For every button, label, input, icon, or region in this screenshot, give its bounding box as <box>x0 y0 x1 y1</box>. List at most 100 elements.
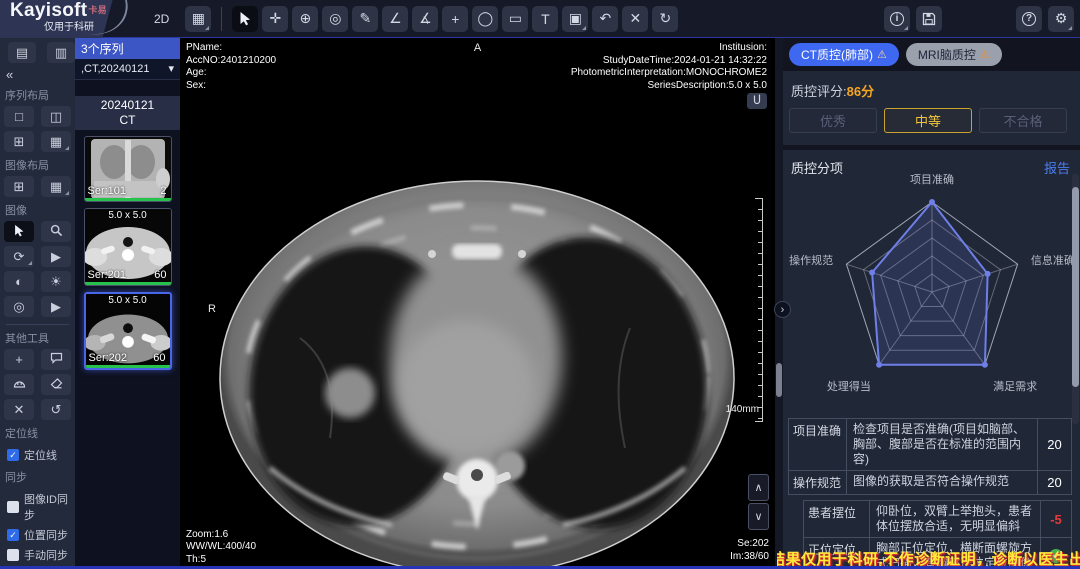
cine-play-button[interactable]: ▶ <box>41 296 71 317</box>
zoom-in-tool-button[interactable]: ⊕ <box>292 6 318 32</box>
image-layout-2x2-button[interactable]: ⊞ <box>4 176 34 197</box>
pan-tool-button[interactable]: ✛ <box>262 6 288 32</box>
section-image-tools: 图像 <box>0 197 75 221</box>
cursor-tool-button[interactable] <box>232 6 258 32</box>
comment-tool-button[interactable] <box>41 349 71 370</box>
cursor-icon <box>238 11 252 26</box>
layout-3x3-button[interactable]: ▦ <box>41 131 71 152</box>
collapse-sidebar-button[interactable]: « <box>0 63 75 82</box>
checkbox-localizer-line[interactable]: ✓定位线 <box>0 444 75 464</box>
load-progress-bar <box>85 282 171 285</box>
panel-toggle-button[interactable]: ▥ <box>47 42 75 63</box>
layout-1x1-button[interactable]: □ <box>4 106 34 127</box>
brand-cn: 卡易 <box>88 5 107 15</box>
gear-icon: ⚙ <box>1055 10 1068 27</box>
reset-view-button[interactable]: ↻ <box>652 6 678 32</box>
help-icon: ? <box>1022 12 1036 26</box>
angle-icon: ∠ <box>389 10 402 27</box>
grid-3x3-icon: ▦ <box>50 179 62 195</box>
crosshair-tool-button[interactable]: + <box>4 349 34 370</box>
angle-measure-tool-button[interactable]: ∠ <box>382 6 408 32</box>
layout-1x2-button[interactable]: ◫ <box>41 106 71 127</box>
brightness-icon: ☀ <box>50 274 62 290</box>
thumbnail-series-201[interactable]: 5.0 x 5.0 Ser:201 60 <box>84 208 172 286</box>
ct-axial-image <box>180 38 775 569</box>
image-layout-tool-button[interactable]: ▣ <box>562 6 588 32</box>
app-logo: Kayisoft卡易 仅用于科研 <box>0 0 150 38</box>
magnifier-tool-button[interactable] <box>41 221 71 242</box>
image-layout-3x3-button[interactable]: ▦ <box>41 176 71 197</box>
layout-2d-button[interactable]: ▦ <box>185 6 211 32</box>
panel-scrollbar-thumb[interactable] <box>1072 187 1079 387</box>
ruler-icon: ✎ <box>359 10 371 27</box>
window-preset-button[interactable]: ◎ <box>4 296 34 317</box>
scale-ruler <box>756 198 763 422</box>
delete-annotation-button[interactable]: ✕ <box>622 6 648 32</box>
scroll-down-button[interactable]: ∨ <box>748 503 769 530</box>
cursor-tool-sidebar-button[interactable] <box>4 221 34 242</box>
ai-tool-button[interactable] <box>4 374 34 395</box>
ellipse-roi-tool-button[interactable]: ◯ <box>472 6 498 32</box>
eraser-tool-button[interactable] <box>41 374 71 395</box>
scale-ruler-label: 140mm <box>726 404 759 415</box>
checkbox-position-sync[interactable]: ✓位置同步 <box>0 524 75 544</box>
help-button[interactable]: ? <box>1016 6 1042 32</box>
mode-label: 2D <box>154 12 169 26</box>
qc-score-line: 质控评分:86分 <box>783 71 1080 100</box>
viewport-scrollbar-thumb[interactable] <box>776 363 782 397</box>
flip-tool-button[interactable]: ▶ <box>41 246 71 267</box>
delete-tool-button[interactable]: ✕ <box>4 399 34 420</box>
paperclip-icon <box>752 92 762 110</box>
panel-expand-handle[interactable]: › <box>774 301 791 318</box>
thumbnail-series-101[interactable]: Ser:101 2 <box>84 136 172 202</box>
checkbox-icon <box>7 501 19 513</box>
panel-scrollbar-track[interactable] <box>1072 174 1079 424</box>
invert-tool-button[interactable]: ◐ <box>4 271 34 292</box>
grid-2x2-icon: ⊞ <box>14 179 25 195</box>
rotate-tool-button[interactable]: ⟳ <box>4 246 34 267</box>
cobb-angle-tool-button[interactable]: ∡ <box>412 6 438 32</box>
checkbox-manual-sync[interactable]: 手动同步 <box>0 544 75 564</box>
point-marker-tool-button[interactable]: + <box>442 6 468 32</box>
tab-ct-lung-qc[interactable]: CT质控(肺部) ⚠ <box>789 43 899 66</box>
series-select-dropdown[interactable]: ,CT,20240121 ▾ <box>75 59 180 80</box>
text-annotation-tool-button[interactable]: T <box>532 6 558 32</box>
tab-mri-brain-qc[interactable]: MRI脑质控 ⚠ <box>906 43 1002 66</box>
attachment-button[interactable] <box>747 93 767 109</box>
save-button[interactable] <box>916 6 942 32</box>
grade-medium-button[interactable]: 中等 <box>884 108 972 133</box>
undo-button[interactable]: ↶ <box>592 6 618 32</box>
grade-excellent-button[interactable]: 优秀 <box>789 108 877 133</box>
info-button[interactable]: i <box>884 6 910 32</box>
research-disclaimer-marquee: 结果仅用于科研,不作诊断证明，诊断以医生出具的诊断 <box>777 548 1080 566</box>
layout-3x3-icon: ▦ <box>50 134 62 150</box>
image-count: 60 <box>153 352 165 364</box>
panel-icon: ▥ <box>55 45 67 61</box>
save-icon <box>922 12 936 26</box>
series-image-overlay: Se:202 Im:38/60 <box>730 538 769 563</box>
window-level-tool-button[interactable]: ◎ <box>322 6 348 32</box>
contrast-icon: ◐ <box>15 274 23 289</box>
layout-2x2-button[interactable]: ⊞ <box>4 131 34 152</box>
zoom-window-overlay: Zoom:1.6 WW/WL:400/40 Th:5 <box>186 529 256 567</box>
brightness-tool-button[interactable]: ☀ <box>41 271 71 292</box>
series-thumbnail-panel: 3个序列 ,CT,20240121 ▾ 20240121 CT Ser:101 … <box>75 38 180 569</box>
checkbox-zoom-pan-sync[interactable]: 缩放/平移 <box>0 564 75 569</box>
tool-sidebar: ▤ ▥ « 序列布局 □ ◫ ⊞ ▦ 图像布局 ⊞ ▦ 图像 ⟳ ▶ ◐ ☀ ◎… <box>0 38 75 569</box>
checkbox-image-id-sync[interactable]: 图像ID同步 <box>0 488 75 524</box>
settings-button[interactable]: ⚙ <box>1048 6 1074 32</box>
eraser-icon <box>50 377 63 392</box>
thumbnail-series-202-selected[interactable]: 5.0 x 5.0 Ser:202 60 <box>84 292 172 370</box>
series-browser-button[interactable]: ▤ <box>8 42 36 63</box>
chevron-up-icon: ∧ <box>754 481 762 494</box>
chevron-down-icon: ▾ <box>168 62 174 75</box>
ellipse-icon: ◯ <box>478 10 494 27</box>
length-measure-tool-button[interactable]: ✎ <box>352 6 378 32</box>
rect-roi-tool-button[interactable]: ▭ <box>502 6 528 32</box>
ct-viewport[interactable]: PName: AccNO:2401210200 Age: Sex: Instit… <box>180 38 775 569</box>
layout-2d-icon: ▦ <box>192 10 205 27</box>
window-level-icon: ◎ <box>329 10 341 27</box>
grade-fail-button[interactable]: 不合格 <box>979 108 1067 133</box>
reset-tool-button[interactable]: ↺ <box>41 399 71 420</box>
scroll-up-button[interactable]: ∧ <box>748 474 769 501</box>
